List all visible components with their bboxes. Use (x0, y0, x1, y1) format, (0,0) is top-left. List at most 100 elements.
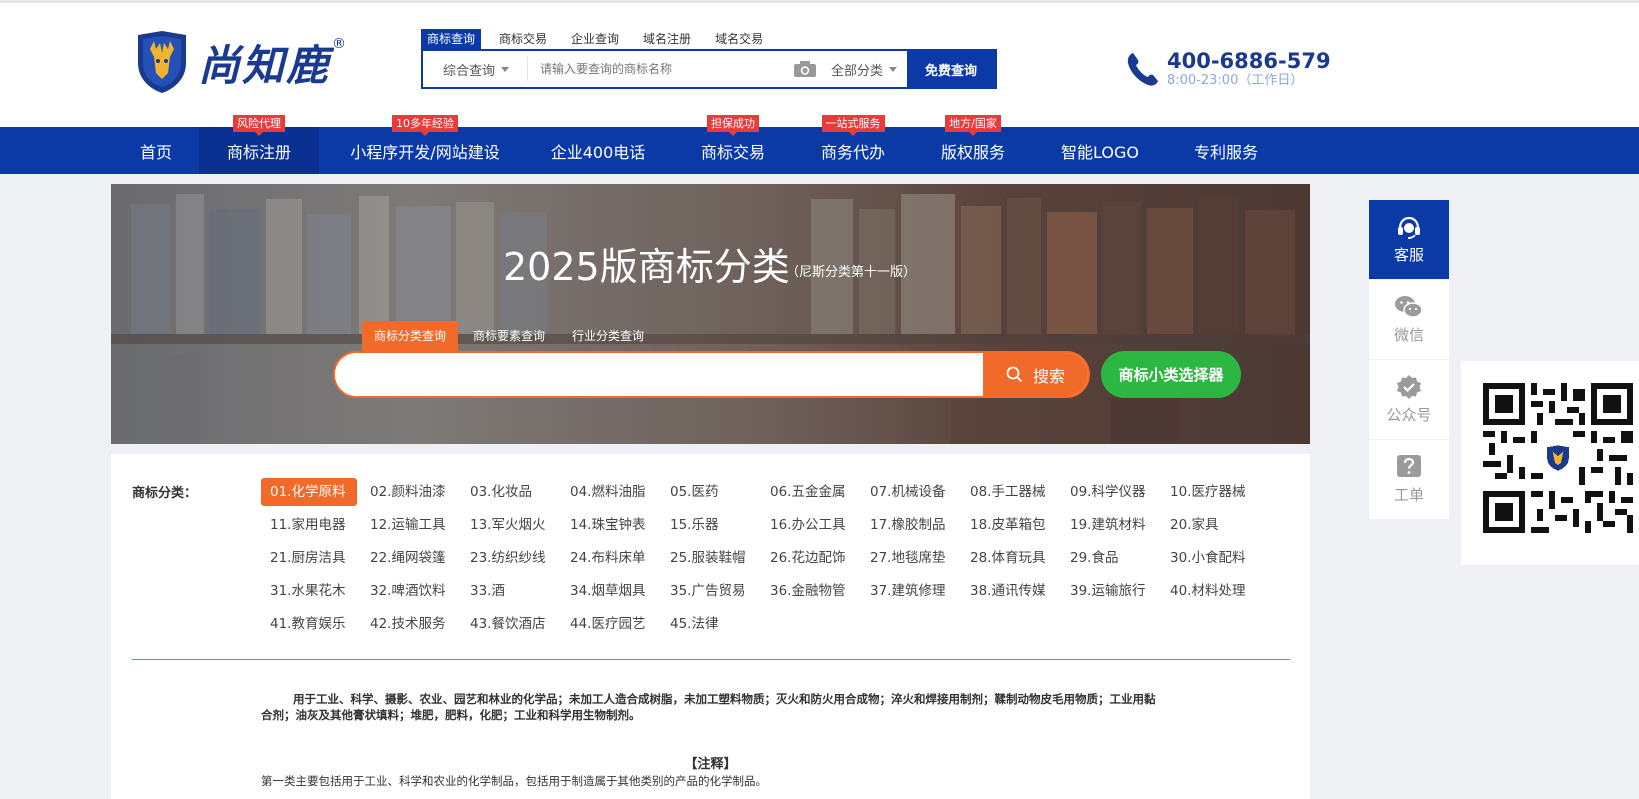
class-item[interactable]: 08.手工器械 (961, 478, 1057, 506)
class-item[interactable]: 17.橡胶制品 (861, 511, 957, 539)
class-item[interactable]: 30.小食配料 (1161, 544, 1257, 572)
nav-item-smart-logo[interactable]: 智能LOGO (1052, 127, 1148, 174)
class-item[interactable]: 25.服装鞋帽 (661, 544, 757, 572)
class-item[interactable]: 19.建筑材料 (1061, 511, 1157, 539)
nav-item-trademark-register[interactable]: 风险代理 商标注册 (199, 115, 319, 174)
nav-label: 智能LOGO (1061, 142, 1139, 162)
site-logo[interactable]: 尚知鹿 ® (134, 29, 346, 95)
class-item[interactable]: 02.颜料油漆 (361, 478, 457, 506)
tab-domain-trade[interactable]: 域名交易 (709, 29, 769, 49)
tab-element-search[interactable]: 商标要素查询 (461, 321, 557, 351)
class-item[interactable]: 42.技术服务 (361, 610, 457, 638)
class-item[interactable]: 35.广告贸易 (661, 577, 757, 605)
class-item[interactable]: 13.军火烟火 (461, 511, 557, 539)
nav-item-mini-program[interactable]: 10多年经验 小程序开发/网站建设 (340, 115, 510, 174)
class-item[interactable]: 37.建筑修理 (861, 577, 957, 605)
class-item[interactable]: 04.燃料油脂 (561, 478, 657, 506)
class-item[interactable]: 31.水果花木 (261, 577, 357, 605)
class-item[interactable]: 09.科学仪器 (1061, 478, 1157, 506)
class-item[interactable]: 21.厨房洁具 (261, 544, 357, 572)
sidebar-item-label: 微信 (1393, 326, 1424, 344)
class-search-input[interactable] (335, 353, 983, 396)
class-item[interactable]: 34.烟草烟具 (561, 577, 657, 605)
class-item[interactable]: 01.化学原料 (261, 478, 357, 506)
search-button-label: 搜索 (1032, 366, 1065, 386)
class-item[interactable]: 41.教育娱乐 (261, 610, 357, 638)
nav-item-home[interactable]: 首页 (126, 127, 186, 174)
hero-banner: 2025版商标分类 （尼斯分类第十一版） 商标分类查询 商标要素查询 行业分类查… (111, 184, 1310, 444)
nav-item-trademark-trade[interactable]: 担保成功 商标交易 (692, 115, 774, 174)
class-item[interactable]: 22.绳网袋篷 (361, 544, 457, 572)
nav-label: 商务代办 (820, 142, 885, 162)
headset-icon (1398, 216, 1420, 239)
class-item[interactable]: 14.珠宝钟表 (561, 511, 657, 539)
free-search-button[interactable]: 免费查询 (907, 50, 995, 88)
nav-badge: 地方/国家 (945, 115, 1001, 136)
class-item[interactable]: 24.布料床单 (561, 544, 657, 572)
sidebar-item-official-account[interactable]: 公众号 (1369, 360, 1449, 440)
sidebar-item-ticket[interactable]: 工单 (1369, 440, 1449, 520)
sidebar-item-wechat[interactable]: 微信 (1369, 280, 1449, 360)
search-scope-select[interactable]: 综合查询 (423, 57, 528, 81)
class-item[interactable]: 15.乐器 (661, 511, 757, 539)
sidebar-item-label: 公众号 (1386, 406, 1432, 424)
category-select[interactable]: 全部分类 (831, 60, 897, 79)
main-nav: 首页 风险代理 商标注册 10多年经验 小程序开发/网站建设 企业400电话 担… (0, 115, 1639, 174)
class-item[interactable]: 39.运输旅行 (1061, 577, 1157, 605)
camera-icon[interactable] (793, 60, 817, 78)
class-item[interactable]: 23.纺织纱线 (461, 544, 557, 572)
class-item[interactable]: 10.医疗器械 (1161, 478, 1257, 506)
nav-item-patent[interactable]: 专利服务 (1184, 127, 1268, 174)
class-item[interactable]: 06.五金金属 (761, 478, 857, 506)
tab-domain-register[interactable]: 域名注册 (637, 29, 697, 49)
nav-label: 专利服务 (1193, 142, 1258, 162)
class-item[interactable]: 38.通讯传媒 (961, 577, 1057, 605)
nav-label: 商标注册 (226, 142, 291, 162)
class-item[interactable]: 12.运输工具 (361, 511, 457, 539)
tab-trademark-trade[interactable]: 商标交易 (493, 29, 553, 49)
class-item[interactable]: 03.化妆品 (461, 478, 557, 506)
sidebar-item-label: 客服 (1393, 246, 1424, 264)
class-item[interactable]: 29.食品 (1061, 544, 1157, 572)
logo-text: 尚知鹿 (198, 40, 331, 90)
search-icon (1006, 366, 1023, 383)
class-item[interactable]: 43.餐饮酒店 (461, 610, 557, 638)
subclass-picker-button[interactable]: 商标小类选择器 (1101, 351, 1241, 398)
tab-class-search[interactable]: 商标分类查询 (362, 321, 459, 351)
class-item[interactable]: 28.体育玩具 (961, 544, 1057, 572)
qr-code (1483, 383, 1633, 533)
nav-item-business-agency[interactable]: 一站式服务 商务代办 (812, 115, 894, 174)
search-input[interactable] (528, 51, 793, 87)
class-item[interactable]: 32.啤酒饮料 (361, 577, 457, 605)
nav-item-400-phone[interactable]: 企业400电话 (538, 127, 658, 174)
class-item[interactable]: 27.地毯席垫 (861, 544, 957, 572)
class-item[interactable]: 07.机械设备 (861, 478, 957, 506)
search-tabs: 商标查询 商标交易 企业查询 域名注册 域名交易 (421, 29, 781, 49)
search-button[interactable]: 搜索 (983, 353, 1088, 396)
phone-number[interactable]: 400-6886-579 (1167, 49, 1331, 73)
tab-company-search[interactable]: 企业查询 (565, 29, 625, 49)
class-item[interactable]: 18.皮革箱包 (961, 511, 1057, 539)
search-scope-label: 综合查询 (443, 63, 496, 79)
class-item[interactable]: 05.医药 (661, 478, 757, 506)
class-description: 用于工业、科学、摄影、农业、园艺和林业的化学品；未加工人造合成树脂，未加工塑料物… (261, 692, 1156, 722)
class-item[interactable]: 36.金融物管 (761, 577, 857, 605)
tab-trademark-search[interactable]: 商标查询 (421, 29, 482, 49)
nav-badge: 风险代理 (233, 115, 285, 136)
class-item[interactable]: 40.材料处理 (1161, 577, 1257, 605)
classification-label: 商标分类： (132, 486, 198, 501)
class-item[interactable]: 11.家用电器 (261, 511, 357, 539)
class-item[interactable]: 20.家具 (1161, 511, 1257, 539)
sidebar-item-customer-service[interactable]: 客服 (1369, 200, 1449, 280)
deer-shield-icon (138, 31, 186, 93)
nav-badge: 一站式服务 (821, 115, 885, 136)
class-item[interactable]: 44.医疗园艺 (561, 610, 657, 638)
sidebar-item-label: 工单 (1393, 486, 1424, 504)
nav-item-copyright[interactable]: 地方/国家 版权服务 (932, 115, 1014, 174)
class-item[interactable]: 26.花边配饰 (761, 544, 857, 572)
class-item[interactable]: 16.办公工具 (761, 511, 857, 539)
nav-label: 首页 (139, 142, 172, 162)
class-item[interactable]: 33.酒 (461, 577, 557, 605)
class-item[interactable]: 45.法律 (661, 610, 757, 638)
tab-industry-search[interactable]: 行业分类查询 (560, 321, 656, 351)
